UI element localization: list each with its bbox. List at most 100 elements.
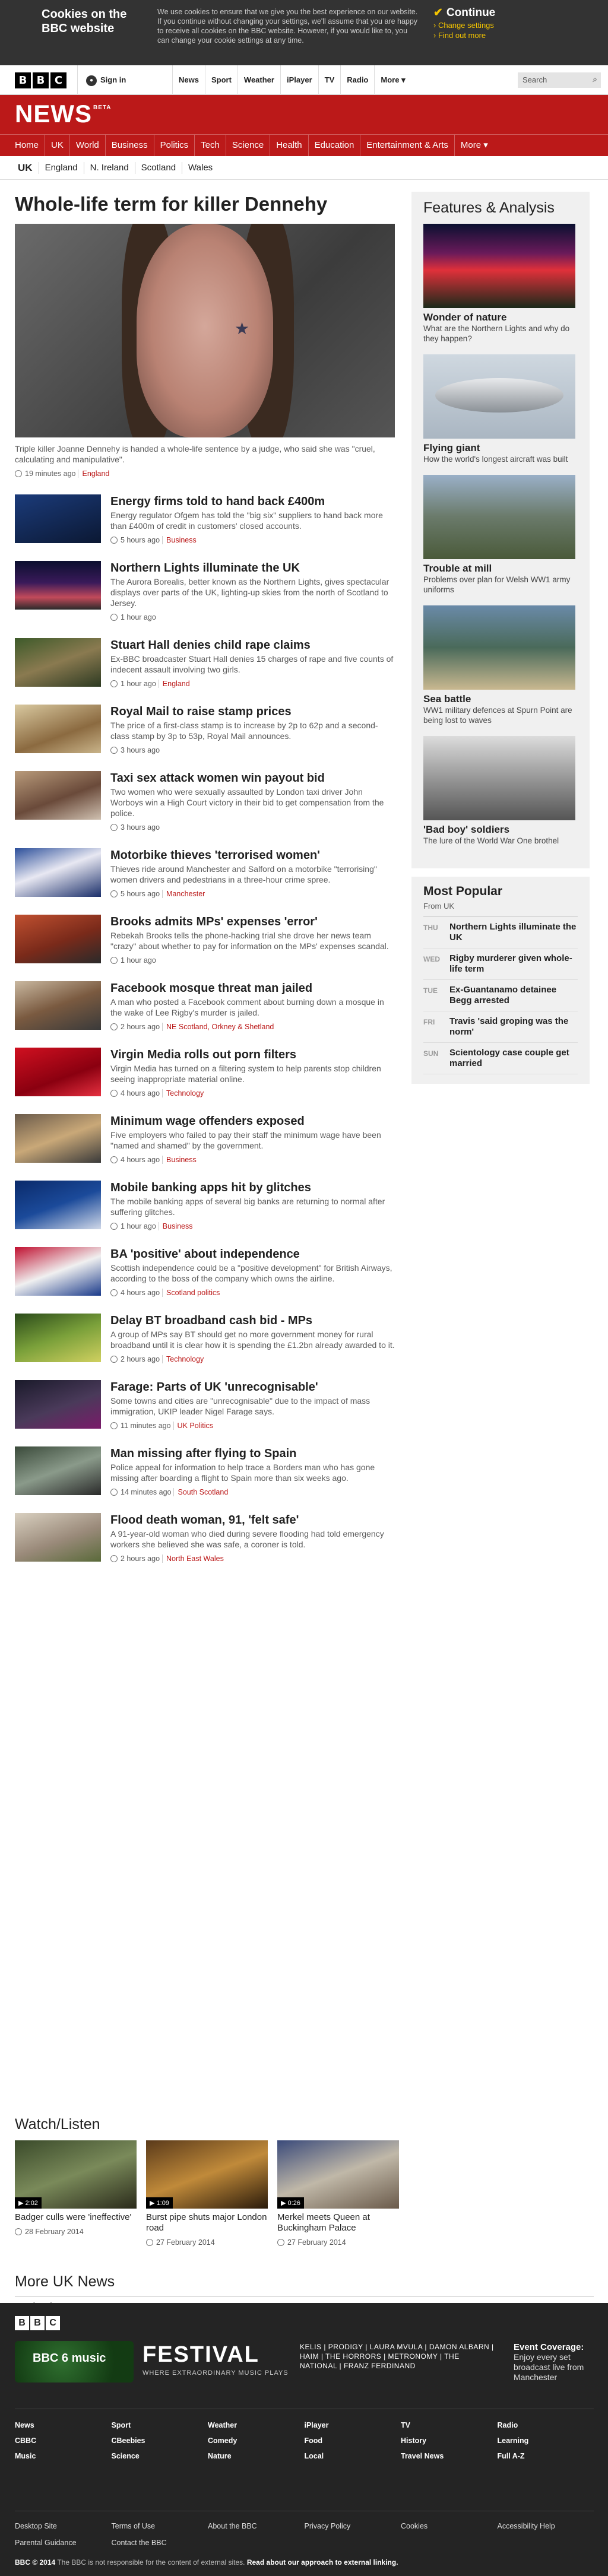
story-section-link[interactable]: Technology	[162, 1089, 204, 1097]
subnav-wales[interactable]: Wales	[182, 162, 218, 174]
story-headline[interactable]: Farage: Parts of UK 'unrecognisable'	[110, 1380, 395, 1394]
feature-title[interactable]: Flying giant	[423, 442, 578, 454]
footer-legal-link[interactable]: Parental Guidance	[15, 2539, 112, 2547]
news-logo[interactable]: NEWS BETA	[15, 100, 111, 128]
news-nav-uk[interactable]: UK	[45, 135, 69, 156]
cookie-change-settings-link[interactable]: › Change settings	[433, 20, 576, 30]
footer-link[interactable]: News	[15, 2421, 112, 2429]
most-popular-title-link[interactable]: Rigby murderer given whole-life term	[449, 953, 578, 975]
footer-bbc-logo[interactable]: BBC	[15, 2316, 60, 2330]
global-nav-news[interactable]: News	[172, 65, 205, 95]
story-stuart-hall[interactable]: Stuart Hall denies child rape claims Ex-B…	[15, 638, 395, 688]
watch-item[interactable]: ▶ 1:09 Burst pipe shuts major London road…	[146, 2140, 268, 2247]
feature-image[interactable]	[423, 736, 575, 820]
story-headline[interactable]: Motorbike thieves 'terrorised women'	[110, 848, 395, 862]
footer-legal-link[interactable]: Accessibility Help	[498, 2522, 594, 2530]
footer-link[interactable]: Travel News	[401, 2452, 498, 2460]
lead-headline[interactable]: Whole-life term for killer Dennehy	[15, 192, 395, 217]
footer-legal-link[interactable]: Terms of Use	[112, 2522, 208, 2530]
lead-image[interactable]: ★	[15, 224, 395, 437]
story-section-link[interactable]: England	[158, 680, 190, 688]
feature-title[interactable]: Wonder of nature	[423, 312, 578, 323]
global-nav-weather[interactable]: Weather	[237, 65, 280, 95]
story-ba-independence[interactable]: BA 'positive' about independence Scottish…	[15, 1247, 395, 1297]
story-thumbnail[interactable]	[15, 638, 101, 687]
most-popular-title-link[interactable]: Travis 'said groping was the norm'	[449, 1016, 578, 1038]
story-section-link[interactable]: Manchester	[162, 890, 205, 898]
search-input[interactable]: Search ⌕	[518, 72, 601, 88]
watch-title[interactable]: Badger culls were 'ineffective'	[15, 2212, 137, 2223]
feature-title[interactable]: 'Bad boy' soldiers	[423, 824, 578, 836]
news-nav-more[interactable]: More ▾	[454, 135, 494, 156]
story-facebook-mosque[interactable]: Facebook mosque threat man jailed A man w…	[15, 981, 395, 1031]
footer-link[interactable]: Music	[15, 2452, 112, 2460]
search-icon[interactable]: ⌕	[593, 74, 597, 84]
story-headline[interactable]: Brooks admits MPs' expenses 'error'	[110, 915, 395, 929]
feature-title[interactable]: Trouble at mill	[423, 563, 578, 575]
footer-legal-link[interactable]: Cookies	[401, 2522, 498, 2530]
watch-title[interactable]: Merkel meets Queen at Buckingham Palace	[277, 2212, 399, 2234]
story-northern-lights[interactable]: Northern Lights illuminate the UK The Aur…	[15, 561, 395, 621]
sign-in-link[interactable]: ● Sign in	[77, 65, 126, 95]
feature-image[interactable]	[423, 475, 575, 559]
watch-thumbnail[interactable]: ▶ 2:02	[15, 2140, 137, 2209]
subnav-scotland[interactable]: Scotland	[134, 162, 182, 174]
news-nav-education[interactable]: Education	[308, 135, 360, 156]
story-section-link[interactable]: South Scotland	[173, 1488, 229, 1496]
story-motorbike-thieves[interactable]: Motorbike thieves 'terrorised women' Thie…	[15, 848, 395, 898]
watch-item[interactable]: ▶ 0:26 Merkel meets Queen at Buckingham P…	[277, 2140, 399, 2247]
story-energy-firms[interactable]: Energy firms told to hand back £400m Ener…	[15, 494, 395, 544]
story-thumbnail[interactable]	[15, 771, 101, 820]
most-popular-title-link[interactable]: Northern Lights illuminate the UK	[449, 922, 578, 943]
watch-title[interactable]: Burst pipe shuts major London road	[146, 2212, 268, 2234]
most-popular-title-link[interactable]: Ex-Guantanamo detainee Begg arrested	[449, 985, 578, 1006]
story-man-missing[interactable]: Man missing after flying to Spain Police …	[15, 1446, 395, 1496]
story-headline[interactable]: Minimum wage offenders exposed	[110, 1114, 395, 1128]
story-thumbnail[interactable]	[15, 1114, 101, 1163]
footer-link[interactable]: Comedy	[208, 2437, 305, 2445]
news-nav-science[interactable]: Science	[225, 135, 270, 156]
footer-link[interactable]: Food	[305, 2437, 401, 2445]
story-thumbnail[interactable]	[15, 981, 101, 1030]
story-minimum-wage[interactable]: Minimum wage offenders exposed Five emplo…	[15, 1114, 395, 1164]
footer-link[interactable]: Learning	[498, 2437, 594, 2445]
story-thumbnail[interactable]	[15, 494, 101, 543]
story-section-link[interactable]: Business	[162, 536, 197, 544]
footer-link[interactable]: Full A-Z	[498, 2452, 594, 2460]
feature-flying-giant[interactable]: Flying giant How the world's longest airc…	[423, 354, 578, 464]
story-headline[interactable]: Energy firms told to hand back £400m	[110, 494, 395, 509]
story-section-link[interactable]: NE Scotland, Orkney & Shetland	[162, 1023, 274, 1031]
footer-legal-link[interactable]: About the BBC	[208, 2522, 305, 2530]
story-section-link[interactable]: Scotland politics	[162, 1289, 220, 1297]
footer-link[interactable]: Science	[112, 2452, 208, 2460]
footer-link[interactable]: TV	[401, 2421, 498, 2429]
news-nav-home[interactable]: Home	[9, 135, 45, 156]
story-headline[interactable]: Virgin Media rolls out porn filters	[110, 1048, 395, 1062]
feature-title[interactable]: Sea battle	[423, 693, 578, 705]
footer-link[interactable]: Weather	[208, 2421, 305, 2429]
feature-wonder-of-nature[interactable]: Wonder of nature What are the Northern Li…	[423, 224, 578, 344]
news-nav-business[interactable]: Business	[104, 135, 154, 156]
watch-thumbnail[interactable]: ▶ 1:09	[146, 2140, 268, 2209]
story-section-link[interactable]: North East Wales	[162, 1555, 224, 1563]
story-flood-death[interactable]: Flood death woman, 91, 'felt safe' A 91-y…	[15, 1513, 395, 1563]
footer-link[interactable]: CBBC	[15, 2437, 112, 2445]
story-headline[interactable]: Stuart Hall denies child rape claims	[110, 638, 395, 652]
story-thumbnail[interactable]	[15, 705, 101, 753]
story-headline[interactable]: Mobile banking apps hit by glitches	[110, 1181, 395, 1195]
story-thumbnail[interactable]	[15, 1247, 101, 1296]
story-headline[interactable]: Royal Mail to raise stamp prices	[110, 705, 395, 719]
footer-link[interactable]: Local	[305, 2452, 401, 2460]
footer-link[interactable]: CBeebies	[112, 2437, 208, 2445]
footer-legal-link[interactable]: Desktop Site	[15, 2522, 112, 2530]
story-section-link[interactable]: UK Politics	[173, 1422, 213, 1430]
footer-legal-link[interactable]: Privacy Policy	[305, 2522, 401, 2530]
story-headline[interactable]: Flood death woman, 91, 'felt safe'	[110, 1513, 395, 1527]
feature-image[interactable]	[423, 605, 575, 690]
feature-image[interactable]	[423, 224, 575, 308]
lead-section-link[interactable]: England	[78, 469, 110, 478]
story-section-link[interactable]: Business	[158, 1222, 193, 1230]
story-headline[interactable]: BA 'positive' about independence	[110, 1247, 395, 1261]
watch-thumbnail[interactable]: ▶ 0:26	[277, 2140, 399, 2209]
story-headline[interactable]: Man missing after flying to Spain	[110, 1446, 395, 1461]
